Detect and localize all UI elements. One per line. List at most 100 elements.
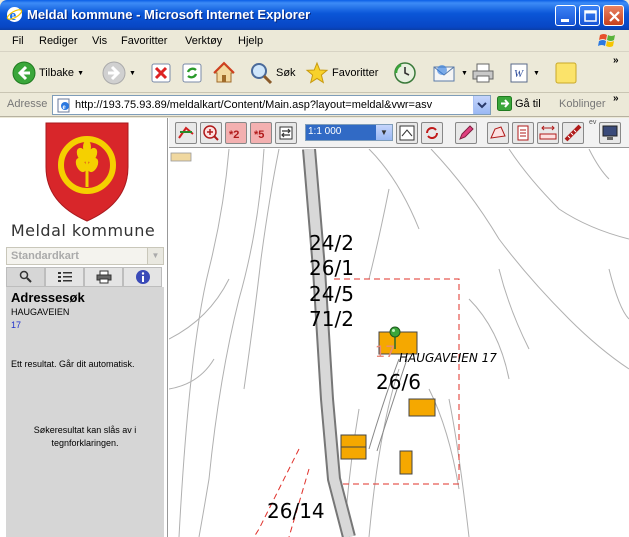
refresh-button[interactable] [181, 59, 203, 87]
extent-arrows-icon [279, 126, 293, 140]
magnifier-icon [19, 270, 32, 283]
info-icon [135, 270, 150, 284]
document-icon [517, 125, 529, 141]
redraw-button[interactable] [421, 122, 443, 144]
chevron-down-icon [477, 102, 487, 109]
result-message: Ett resultat. Går dit automatisk. [11, 359, 135, 369]
map-view[interactable]: 24/2 26/1 24/5 71/2 17 HAUGAVEIEN 17 26/… [169, 149, 629, 537]
close-button[interactable] [603, 5, 624, 26]
parcel-label-26-6: 26/6 [376, 370, 421, 394]
map-layout-select[interactable]: Standardkart ▼ [6, 247, 164, 265]
address-label: HAUGAVEIEN 17 [399, 351, 497, 365]
discuss-button[interactable] [554, 59, 578, 87]
go-label: Gå til [515, 97, 541, 110]
history-icon [394, 62, 416, 84]
toolbar-more-chevron-icon[interactable]: » [613, 55, 619, 66]
pan-button[interactable] [175, 122, 197, 144]
refresh-map-button[interactable] [396, 122, 418, 144]
go-button[interactable]: Gå til [497, 96, 541, 111]
measure-line-button[interactable] [562, 122, 584, 144]
mail-dropdown-icon[interactable]: ▼ [461, 70, 468, 77]
search-label: Søk [276, 67, 296, 79]
zoom-2x-icon: *2 [229, 129, 239, 141]
document-button[interactable] [512, 122, 534, 144]
parcel-label: 26/1 [309, 256, 354, 280]
back-label: Tilbake [39, 67, 75, 79]
close-icon [609, 11, 620, 22]
result-street: HAUGAVEIEN [11, 307, 70, 317]
measure-area-button[interactable] [487, 122, 509, 144]
address-label: Adresse [7, 98, 48, 110]
back-button[interactable]: Tilbake ▼ [12, 59, 84, 87]
history-button[interactable] [393, 59, 417, 87]
sidebar-tabs [6, 267, 164, 287]
panel-heading: Adressesøk [11, 290, 85, 305]
internet-explorer-icon: e [6, 7, 23, 23]
url-text: http://193.75.93.89/meldalkart/Content/M… [75, 99, 433, 111]
menu-rediger[interactable]: Rediger [39, 35, 78, 47]
menu-vis[interactable]: Vis [92, 35, 107, 47]
chevron-down-icon: ▼ [147, 248, 163, 264]
edit-dropdown-icon[interactable]: ▼ [533, 70, 540, 77]
forward-button[interactable]: ▼ [102, 59, 136, 87]
menu-verktoy[interactable]: Verktøy [185, 35, 222, 47]
standard-toolbar: Tilbake ▼ ▼ Søk Favoritter ▼ W ▼ » [0, 53, 629, 93]
menu-hjelp[interactable]: Hjelp [238, 35, 263, 47]
tab-print[interactable] [84, 267, 123, 287]
ghost-address-number: 17 [375, 342, 396, 361]
map-canvas[interactable] [169, 149, 629, 537]
links-label[interactable]: Koblinger [559, 98, 605, 110]
tab-search[interactable] [6, 267, 45, 287]
back-dropdown-icon[interactable]: ▼ [77, 70, 84, 77]
map-toolbar: *2 *5 1:1 000 ▼ ev [169, 118, 629, 148]
ruler-icon [539, 125, 557, 140]
printer-icon [472, 63, 494, 83]
refresh-icon [182, 63, 202, 83]
zoom-in-2x-button[interactable]: *2 [225, 122, 247, 144]
zoom-in-icon [203, 125, 219, 141]
draw-button[interactable] [455, 122, 477, 144]
search-result-panel: Adressesøk HAUGAVEIEN 17 Ett resultat. G… [6, 287, 164, 537]
search-button[interactable]: Søk [249, 59, 296, 87]
result-number-link[interactable]: 17 [11, 320, 21, 330]
edit-word-button[interactable]: W ▼ [508, 59, 540, 87]
forward-arrow-icon [102, 61, 126, 85]
maximize-icon [584, 10, 597, 22]
minimize-button[interactable] [555, 5, 576, 26]
menu-fil[interactable]: Fil [12, 35, 24, 47]
map-layout-value: Standardkart [11, 250, 79, 262]
go-arrow-icon [497, 96, 512, 111]
zoom-out-5x-button[interactable]: *5 [250, 122, 272, 144]
page-icon: e [57, 98, 70, 113]
stop-button[interactable] [150, 59, 172, 87]
measure-line-icon [564, 124, 582, 142]
forward-dropdown-icon[interactable]: ▼ [129, 70, 136, 77]
address-dropdown-button[interactable] [473, 96, 490, 114]
home-button[interactable] [212, 59, 236, 87]
home-icon [213, 61, 235, 83]
menu-favoritter[interactable]: Favoritter [121, 35, 167, 47]
scale-select[interactable]: 1:1 000 ▼ [305, 124, 393, 141]
stop-icon [151, 63, 171, 83]
tab-legend[interactable] [45, 267, 84, 287]
measure-area-icon [490, 126, 506, 139]
monitor-button[interactable] [599, 122, 621, 144]
maximize-button[interactable] [579, 5, 600, 26]
mail-icon [433, 65, 455, 82]
zoom-in-button[interactable] [200, 122, 222, 144]
windows-logo-icon [598, 34, 615, 47]
full-extent-button[interactable] [275, 122, 297, 144]
favorites-label: Favoritter [332, 67, 379, 79]
favorites-button[interactable]: Favoritter [305, 59, 378, 87]
measure-distance-button[interactable] [537, 122, 559, 144]
print-button[interactable] [471, 59, 495, 87]
svg-text:W: W [514, 68, 524, 80]
tab-info[interactable] [123, 267, 162, 287]
address-input[interactable]: e http://193.75.93.89/meldalkart/Content… [52, 95, 491, 115]
scale-value: 1:1 000 [306, 125, 376, 140]
svg-text:e: e [63, 103, 66, 111]
links-chevron-icon[interactable]: » [613, 93, 619, 104]
mail-button[interactable]: ▼ [432, 59, 468, 87]
pencil-icon [459, 125, 474, 140]
pan-icon [178, 126, 194, 139]
